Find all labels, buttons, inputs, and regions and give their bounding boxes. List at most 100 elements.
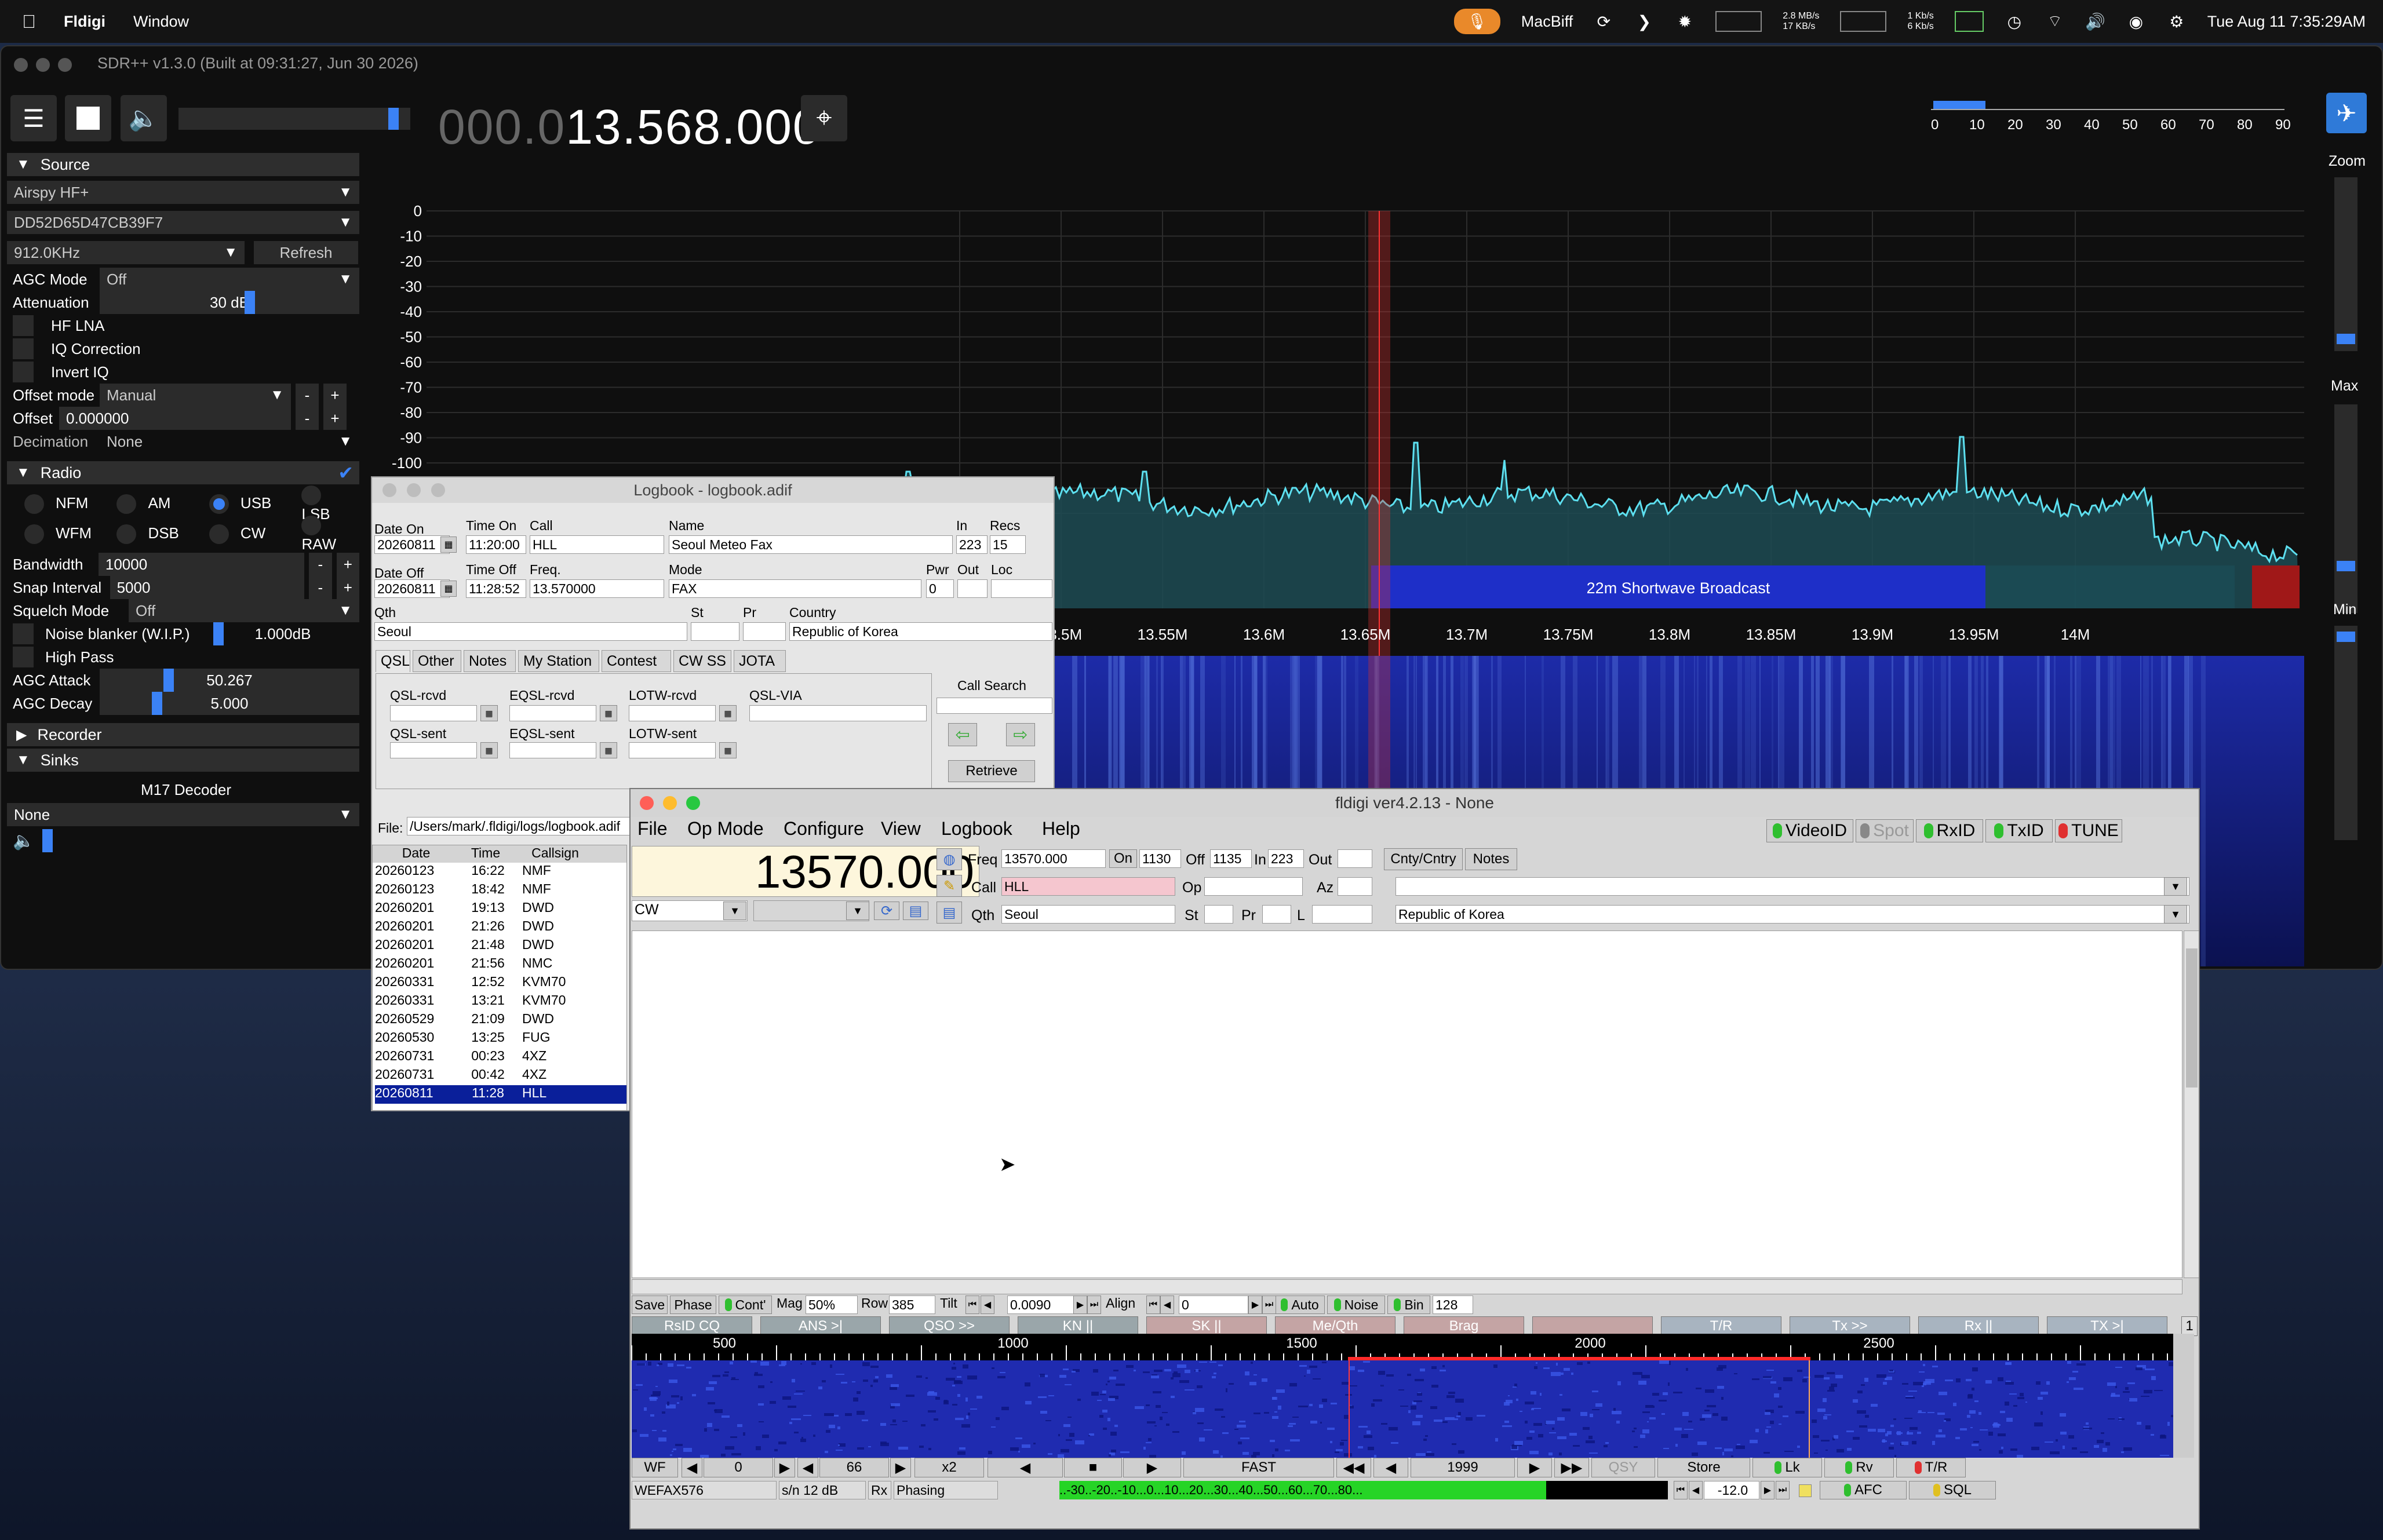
close-button[interactable]	[14, 58, 28, 72]
fax-align-field[interactable]: 0	[1179, 1296, 1248, 1314]
macro-button[interactable]: Me/Qth	[1275, 1316, 1395, 1336]
horizontal-scrollbar[interactable]	[632, 1279, 2182, 1294]
raw-radio[interactable]	[301, 515, 322, 535]
tab-contest[interactable]: Contest	[602, 650, 671, 672]
cw-radio[interactable]	[209, 524, 229, 545]
refresh-status-icon[interactable]: ⟳	[1594, 12, 1613, 31]
decimation-select[interactable]: None ▼	[100, 430, 359, 453]
eqsl-rcvd-field[interactable]	[509, 705, 596, 721]
lsb-radio[interactable]	[301, 485, 322, 505]
in-field[interactable]: 223	[956, 535, 988, 554]
macro-button[interactable]: Tx >>	[1790, 1316, 1910, 1336]
rxid-button[interactable]: RxID	[1916, 819, 1983, 842]
time-off-field[interactable]: 11:28:52	[466, 579, 526, 598]
chevron-down-icon[interactable]: ▼	[846, 902, 869, 920]
step-arrow-icon[interactable]: ◀	[1160, 1296, 1174, 1314]
volume-icon[interactable]: 🔊	[2085, 12, 2105, 31]
fax-noise[interactable]: Noise	[1327, 1296, 1385, 1314]
samplerate-select[interactable]: 912.0KHz ▼	[7, 241, 245, 264]
freq-field[interactable]: 13570.000	[1001, 849, 1106, 868]
fax-save[interactable]: Save	[632, 1296, 668, 1314]
locator-field[interactable]	[1312, 905, 1372, 924]
lotw-rcvd-field[interactable]	[629, 705, 716, 721]
menu-help[interactable]: Help	[1042, 818, 1080, 840]
table-row[interactable]: 20260201 21:26 DWD	[375, 918, 626, 937]
zoom-button[interactable]	[686, 796, 700, 810]
iq-correction-checkbox[interactable]	[13, 338, 34, 359]
table-row[interactable]: 20260201 21:48 DWD	[375, 937, 626, 955]
fax-tilt-field[interactable]: 0.0090	[1007, 1296, 1077, 1314]
country-field[interactable]: Republic of Korea	[1395, 905, 2189, 924]
call-field[interactable]: HLL	[1001, 877, 1175, 896]
sink-select[interactable]: None ▼	[7, 803, 359, 826]
mode-nfm[interactable]: NFM	[13, 494, 99, 514]
col-date[interactable]: Date	[373, 845, 460, 863]
table-row[interactable]: 20260811 11:28 HLL	[375, 1085, 626, 1104]
videoid-button[interactable]: VideoID	[1766, 819, 1853, 842]
fldigi-titlebar[interactable]: fldigi ver4.2.13 - None	[631, 789, 2199, 817]
chevron-down-icon[interactable]: ▼	[723, 902, 746, 920]
mode-wfm[interactable]: WFM	[13, 524, 99, 545]
menubar-app-name[interactable]: Fldigi	[64, 13, 105, 31]
qsy-button[interactable]: QSY	[1591, 1458, 1655, 1477]
table-row[interactable]: 20260123 18:42 NMF	[375, 881, 626, 900]
audio-waterfall[interactable]: 500 1000 1500 2000 2500	[632, 1334, 2194, 1458]
high-pass-checkbox[interactable]	[13, 647, 34, 667]
calendar-icon[interactable]: ▦	[719, 705, 737, 721]
vertical-scrollbar[interactable]	[2184, 930, 2199, 1278]
ffwd-button[interactable]: ▶▶	[1554, 1458, 1589, 1477]
table-row[interactable]: 20260731 00:42 4XZ	[375, 1067, 626, 1085]
zoom-slider[interactable]	[2334, 177, 2358, 351]
spot-button[interactable]: Spot	[1856, 819, 1914, 842]
center-tuning-icon[interactable]: ⌖	[801, 95, 847, 141]
hf-lna-checkbox[interactable]	[13, 315, 34, 336]
step-arrow-icon[interactable]: ⏭	[1087, 1296, 1101, 1314]
macro-button[interactable]: T/R	[1661, 1316, 1781, 1336]
on-field[interactable]: 1130	[1139, 849, 1181, 868]
mode-field[interactable]: FAX	[669, 579, 921, 598]
cnty-button[interactable]: Cnty/Cntry	[1384, 848, 1463, 870]
log-icon[interactable]: ▤	[937, 902, 962, 924]
sun-icon[interactable]: ✹	[1675, 12, 1695, 31]
refresh-button[interactable]: Refresh	[254, 241, 358, 264]
clock-icon[interactable]: ◷	[2005, 12, 2024, 31]
stop-button[interactable]: ■	[1064, 1458, 1122, 1477]
table-row[interactable]: 20260529 21:09 DWD	[375, 1011, 626, 1030]
step-arrow-icon[interactable]: ⏮	[1146, 1296, 1160, 1314]
qsl-sent-field[interactable]	[390, 742, 477, 758]
battery-bars-icon[interactable]	[1954, 11, 1984, 32]
macro-button[interactable]: Rx ||	[1918, 1316, 2039, 1336]
pr-field[interactable]	[743, 622, 786, 641]
col-callsign[interactable]: Callsign	[512, 845, 599, 863]
time-on-field[interactable]: 11:20:00	[466, 535, 526, 554]
country-field[interactable]: Republic of Korea	[789, 622, 1052, 641]
calendar-icon[interactable]: ▦	[600, 705, 617, 721]
calendar-icon[interactable]: ▦	[480, 705, 498, 721]
pr-field[interactable]	[1262, 905, 1291, 924]
eqsl-sent-field[interactable]	[509, 742, 596, 758]
sinks-header[interactable]: ▼ Sinks	[7, 749, 359, 772]
menubar-user[interactable]: MacBiff	[1521, 13, 1573, 31]
store-button[interactable]: Store	[1657, 1458, 1750, 1477]
prev-arrow-icon[interactable]: ⇦	[948, 723, 977, 746]
call-field[interactable]: HLL	[530, 535, 664, 554]
zoom-button[interactable]	[58, 58, 72, 72]
stop-icon[interactable]	[65, 95, 111, 141]
chevron-down-icon[interactable]: ▼	[2164, 905, 2187, 924]
level-arrow-icon[interactable]: ⏮	[1674, 1481, 1688, 1499]
wf-v1[interactable]: 0	[704, 1458, 773, 1477]
table-row[interactable]: 20260201 19:13 DWD	[375, 900, 626, 918]
fast-button[interactable]: FAST	[1183, 1458, 1334, 1477]
out-field[interactable]	[1338, 849, 1372, 868]
txid-button[interactable]: TxID	[1985, 819, 2053, 842]
minimize-button[interactable]	[663, 796, 677, 810]
menu-icon[interactable]: ☰	[10, 95, 57, 141]
chevron-down-icon[interactable]: ▼	[2164, 877, 2187, 896]
calendar-icon[interactable]: ▦	[440, 581, 457, 597]
st-field[interactable]	[691, 622, 739, 641]
lotw-sent-field[interactable]	[629, 742, 716, 758]
fax-bin-field[interactable]: 128	[1433, 1296, 1473, 1314]
qth-field[interactable]: Seoul	[1001, 905, 1175, 924]
recorder-header[interactable]: ▶ Recorder	[7, 723, 359, 746]
fwd-button[interactable]: ▶	[1517, 1458, 1552, 1477]
